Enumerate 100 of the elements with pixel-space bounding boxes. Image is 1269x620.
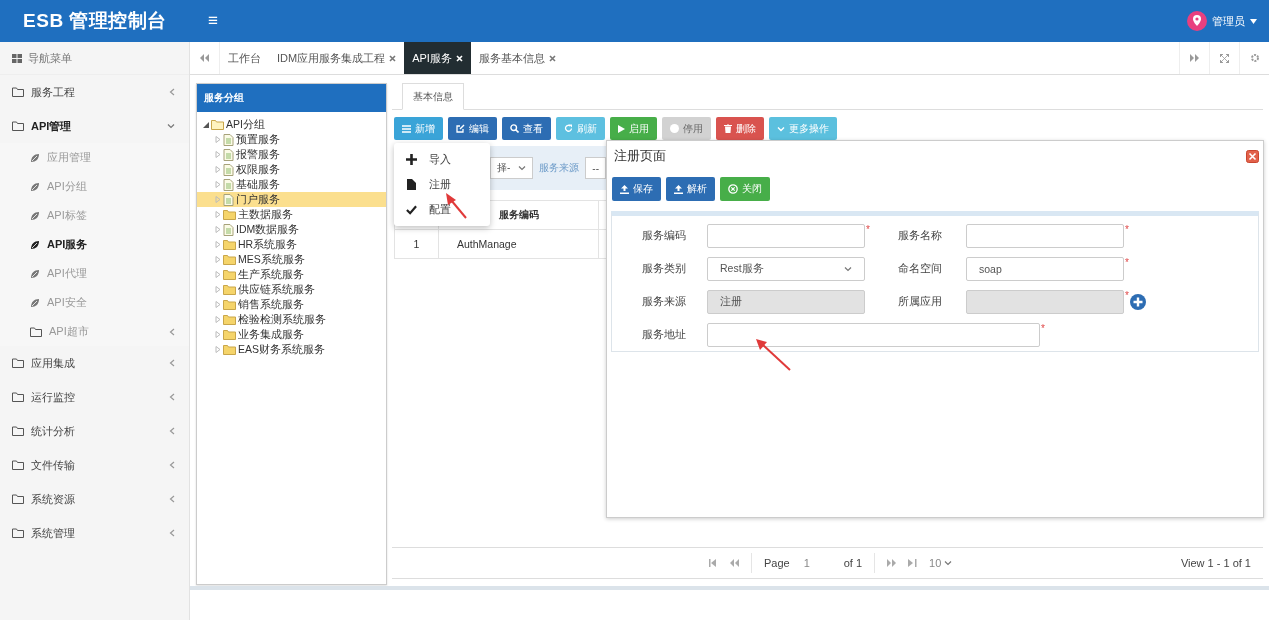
collapsed-icon[interactable] <box>215 286 221 293</box>
collapsed-icon[interactable] <box>215 166 221 173</box>
tree-node[interactable]: MES系统服务 <box>203 252 386 267</box>
chevron-left-icon <box>169 529 175 537</box>
menu-button[interactable]: ≡ <box>208 11 218 31</box>
chevron-left-icon <box>169 393 175 401</box>
collapsed-icon[interactable] <box>215 211 221 218</box>
input-field[interactable] <box>707 323 1040 347</box>
edit-icon <box>456 124 465 133</box>
tree-node[interactable]: 基础服务 <box>203 177 386 192</box>
sidebar-item[interactable]: 应用集成 <box>0 346 189 380</box>
close-circle-icon <box>728 184 738 194</box>
tree-node[interactable]: 检验检测系统服务 <box>203 312 386 327</box>
toolbar-button[interactable]: 删除 <box>716 117 764 140</box>
tree-node[interactable]: 主数据服务 <box>203 207 386 222</box>
folder-icon <box>12 494 24 504</box>
list-icon <box>402 124 411 133</box>
sidebar-item[interactable]: 系统管理 <box>0 516 189 550</box>
folder-icon <box>12 392 24 402</box>
sidebar-title: 导航菜单 <box>28 50 72 66</box>
dialog-button[interactable]: 保存 <box>612 177 661 201</box>
sidebar-item[interactable]: 统计分析 <box>0 414 189 448</box>
user-menu[interactable]: 管理员 <box>1212 13 1245 29</box>
sidebar-item[interactable]: API服务 <box>0 230 189 259</box>
last-page-icon[interactable] <box>908 559 918 567</box>
sidebar-item[interactable]: API管理 <box>0 109 189 143</box>
select-field[interactable]: Rest服务 <box>707 257 865 281</box>
prev-page-icon[interactable] <box>730 559 739 567</box>
collapsed-icon[interactable] <box>215 136 221 143</box>
avatar-icon[interactable] <box>1187 11 1207 31</box>
folder-icon <box>12 121 24 131</box>
expanded-icon[interactable] <box>203 121 209 128</box>
app-title: ESB 管理控制台 <box>22 9 168 33</box>
chevron-down-icon <box>777 125 785 132</box>
select-field[interactable]: 择- <box>490 157 534 179</box>
first-page-icon[interactable] <box>709 559 718 567</box>
tree-node[interactable]: EAS财务系统服务 <box>203 342 386 357</box>
settings-icon[interactable] <box>1249 53 1260 63</box>
scroll-right-icon[interactable] <box>1190 54 1199 62</box>
sidebar-item[interactable]: 运行监控 <box>0 380 189 414</box>
toolbar-button[interactable]: 编辑 <box>448 117 497 140</box>
collapsed-icon[interactable] <box>215 181 221 188</box>
tree-node[interactable]: 报警服务 <box>203 147 386 162</box>
folder-icon <box>223 284 236 295</box>
file-icon <box>223 193 234 206</box>
page-tab[interactable]: API服务 <box>404 42 471 74</box>
collapsed-icon[interactable] <box>215 256 221 263</box>
field-label: 命名空间 <box>897 262 943 276</box>
leaf-icon <box>30 239 40 250</box>
tree-node[interactable]: 门户服务 <box>197 192 386 207</box>
tree-node[interactable]: 权限服务 <box>203 162 386 177</box>
input-field[interactable] <box>966 224 1124 248</box>
dialog-title: 注册页面 <box>614 147 666 165</box>
required-mark: * <box>866 224 870 235</box>
collapsed-icon[interactable] <box>215 271 221 278</box>
scroll-left-icon[interactable] <box>200 54 209 62</box>
tree-node[interactable]: IDM数据服务 <box>203 222 386 237</box>
folder-icon <box>12 358 24 368</box>
folder-icon <box>30 326 42 337</box>
page-size-select[interactable]: 10 <box>929 557 953 569</box>
required-mark: * <box>1125 290 1129 301</box>
collapsed-icon[interactable] <box>215 301 221 308</box>
page-tab[interactable]: 服务基本信息 <box>470 42 564 74</box>
tree-node[interactable]: 销售系统服务 <box>203 297 386 312</box>
chevron-down-icon <box>844 266 852 272</box>
tree-node[interactable]: HR系统服务 <box>203 237 386 252</box>
menu-item[interactable]: 导入 <box>394 147 490 172</box>
collapsed-icon[interactable] <box>215 226 221 233</box>
collapsed-icon[interactable] <box>215 316 221 323</box>
folder-icon <box>223 209 236 220</box>
input-field[interactable] <box>707 224 865 248</box>
collapsed-icon[interactable] <box>215 151 221 158</box>
content-tab[interactable]: 基本信息 <box>402 83 464 110</box>
folder-icon <box>223 239 236 250</box>
collapsed-icon[interactable] <box>215 331 221 338</box>
sidebar-item[interactable]: 系统资源 <box>0 482 189 516</box>
file-icon <box>223 223 234 236</box>
tree-node[interactable]: 供应链系统服务 <box>203 282 386 297</box>
page-input[interactable]: 1 <box>801 556 832 570</box>
collapsed-icon[interactable] <box>215 241 221 248</box>
input-field[interactable]: soap <box>966 257 1124 281</box>
tree-node[interactable]: 预置服务 <box>203 132 386 147</box>
select-field[interactable]: -- <box>585 157 606 179</box>
tree-node[interactable]: API分组 <box>203 117 386 132</box>
page-label: Page <box>764 557 790 569</box>
page-tab[interactable]: IDM应用服务集成工程 <box>269 42 405 74</box>
sidebar-item[interactable]: 服务工程 <box>0 75 189 109</box>
tree-node[interactable]: 生产系统服务 <box>203 267 386 282</box>
collapsed-icon[interactable] <box>215 346 221 353</box>
fullscreen-icon[interactable] <box>1220 53 1229 63</box>
toolbar-button[interactable]: 查看 <box>502 117 551 140</box>
row-number: 1 <box>394 229 439 259</box>
sidebar-item[interactable]: 文件传输 <box>0 448 189 482</box>
tree-node[interactable]: 业务集成服务 <box>203 327 386 342</box>
chevron-left-icon <box>169 359 175 367</box>
collapsed-icon[interactable] <box>215 196 221 203</box>
next-page-icon[interactable] <box>887 559 897 567</box>
dialog-button[interactable]: 解析 <box>666 177 715 201</box>
menu-item[interactable]: 注册 <box>394 172 490 197</box>
page-tab[interactable]: 工作台 <box>220 42 269 74</box>
